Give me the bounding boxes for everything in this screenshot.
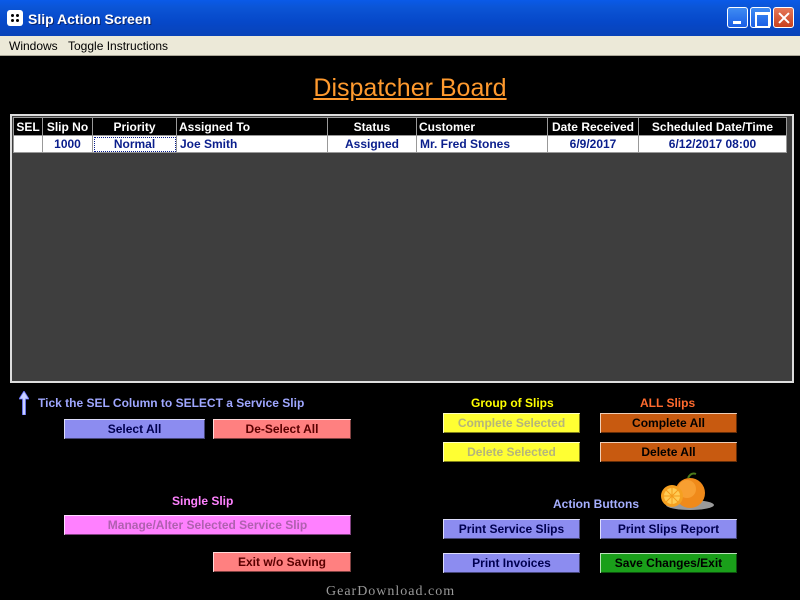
cell-sel-checkbox[interactable] [13,135,43,153]
column-header-slip-no[interactable]: Slip No [42,117,93,136]
column-header-scheduled[interactable]: Scheduled Date/Time [638,117,787,136]
orange-fruit-icon [661,472,714,510]
print-slips-report-button[interactable]: Print Slips Report [599,518,738,540]
column-header-sel[interactable]: SEL [13,117,43,136]
slips-grid[interactable]: SEL Slip No Priority Assigned To Status … [10,114,794,383]
cell-status[interactable]: Assigned [327,135,417,153]
column-header-date-received[interactable]: Date Received [547,117,639,136]
column-header-assigned-to[interactable]: Assigned To [176,117,328,136]
delete-selected-button[interactable]: Delete Selected [442,441,581,463]
menu-bar: Windows Toggle Instructions [0,36,800,56]
manage-selected-slip-button[interactable]: Manage/Alter Selected Service Slip [63,514,352,536]
arrow-up-icon [19,391,29,415]
column-header-priority[interactable]: Priority [92,117,177,136]
maximize-button[interactable] [750,7,771,28]
column-header-status[interactable]: Status [327,117,417,136]
minimize-button[interactable] [727,7,748,28]
delete-all-button[interactable]: Delete All [599,441,738,463]
deselect-all-button[interactable]: De-Select All [212,418,352,440]
watermark: GearDownload.com [326,584,456,599]
table-row[interactable]: 1000 Normal Joe Smith Assigned Mr. Fred … [13,135,787,153]
print-invoices-button[interactable]: Print Invoices [442,552,581,574]
cell-scheduled[interactable]: 6/12/2017 08:00 [638,135,787,153]
menu-windows[interactable]: Windows [9,39,58,53]
cell-assigned-to[interactable]: Joe Smith [176,135,328,153]
cell-slip-no[interactable]: 1000 [42,135,93,153]
select-all-button[interactable]: Select All [63,418,206,440]
print-service-slips-button[interactable]: Print Service Slips [442,518,581,540]
title-bar: Slip Action Screen [0,0,800,36]
column-header-customer[interactable]: Customer [416,117,548,136]
instruction-text: Tick the SEL Column to SELECT a Service … [38,396,305,410]
page-title: Dispatcher Board [313,74,507,102]
window-title: Slip Action Screen [28,11,152,27]
menu-toggle-instructions[interactable]: Toggle Instructions [68,39,168,53]
main-content: Dispatcher Board SEL Slip No Priority As… [4,57,796,600]
complete-all-button[interactable]: Complete All [599,412,738,434]
all-slips-label: ALL Slips [640,396,696,410]
action-buttons-label: Action Buttons [553,497,639,511]
grid-header-row: SEL Slip No Priority Assigned To Status … [13,117,787,136]
complete-selected-button[interactable]: Complete Selected [442,412,581,434]
exit-without-saving-button[interactable]: Exit w/o Saving [212,551,352,573]
cell-date-received[interactable]: 6/9/2017 [547,135,639,153]
save-changes-exit-button[interactable]: Save Changes/Exit [599,552,738,574]
close-button[interactable] [773,7,794,28]
group-slips-label: Group of Slips [471,396,554,410]
cell-customer[interactable]: Mr. Fred Stones [416,135,548,153]
cell-priority[interactable]: Normal [92,135,177,153]
app-dice-icon [7,10,23,26]
single-slip-label: Single Slip [172,494,234,508]
